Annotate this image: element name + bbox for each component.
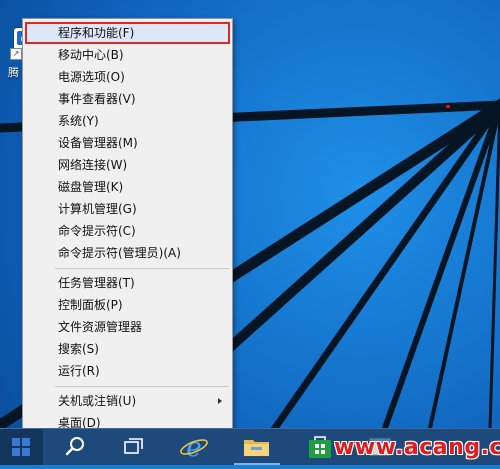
menu-item-run[interactable]: 运行(R) <box>23 360 232 382</box>
watermark-text: www.acang.cn <box>334 435 500 460</box>
menu-item-control-panel[interactable]: 控制面板(P) <box>23 294 232 316</box>
windows-logo-icon <box>12 438 31 456</box>
wallpaper-red-mark <box>446 105 450 108</box>
menu-item-task-manager[interactable]: 任务管理器(T) <box>23 272 232 294</box>
search-button[interactable] <box>52 429 96 465</box>
folder-icon <box>244 440 269 456</box>
menu-item-programs-and-features[interactable]: 程序和功能(F) <box>25 22 230 44</box>
search-icon <box>65 437 84 456</box>
internet-explorer-icon: e <box>180 433 208 463</box>
menu-item-device-manager[interactable]: 设备管理器(M) <box>23 132 232 154</box>
menu-item-computer-management[interactable]: 计算机管理(G) <box>23 198 232 220</box>
menu-item-command-prompt-admin[interactable]: 命令提示符(管理员)(A) <box>23 242 232 264</box>
start-button[interactable] <box>0 429 43 465</box>
internet-explorer-button[interactable]: e <box>172 429 216 465</box>
menu-item-disk-management[interactable]: 磁盘管理(K) <box>23 176 232 198</box>
winx-context-menu: 程序和功能(F) 移动中心(B) 电源选项(O) 事件查看器(V) 系统(Y) … <box>22 18 233 434</box>
menu-item-event-viewer[interactable]: 事件查看器(V) <box>23 88 232 110</box>
svg-text:e: e <box>186 433 201 463</box>
shortcut-arrow-icon: ↗ <box>10 48 22 60</box>
menu-item-system[interactable]: 系统(Y) <box>23 110 232 132</box>
menu-item-power-options[interactable]: 电源选项(O) <box>23 66 232 88</box>
file-explorer-button[interactable] <box>232 429 282 465</box>
submenu-arrow-icon <box>218 398 222 404</box>
task-view-icon <box>124 438 143 454</box>
menu-item-command-prompt[interactable]: 命令提示符(C) <box>23 220 232 242</box>
task-view-button[interactable] <box>112 429 156 465</box>
menu-item-shutdown-or-sign-out[interactable]: 关机或注销(U) <box>23 390 232 412</box>
menu-item-label: 关机或注销(U) <box>58 394 137 408</box>
menu-separator <box>55 386 229 387</box>
menu-item-file-explorer[interactable]: 文件资源管理器 <box>23 316 232 338</box>
menu-separator <box>55 268 229 269</box>
menu-item-mobility-center[interactable]: 移动中心(B) <box>23 44 232 66</box>
menu-item-network-connections[interactable]: 网络连接(W) <box>23 154 232 176</box>
menu-item-search[interactable]: 搜索(S) <box>23 338 232 360</box>
